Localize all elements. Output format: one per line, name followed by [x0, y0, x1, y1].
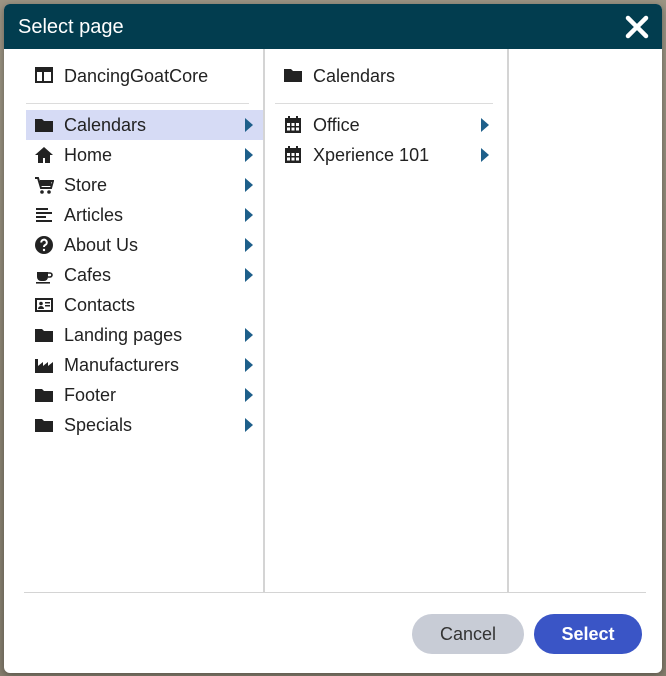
folder-icon	[34, 385, 54, 405]
expand-arrow-icon[interactable]	[245, 208, 253, 222]
tree-item-office[interactable]: Office	[275, 110, 499, 140]
expand-arrow-icon[interactable]	[245, 118, 253, 132]
select-page-dialog: Select page DancingGoatCore Calendars Hom…	[4, 4, 662, 673]
cup-icon	[34, 265, 54, 285]
tree-column-empty	[509, 49, 662, 592]
contact-card-icon	[34, 295, 54, 315]
expand-arrow-icon[interactable]	[245, 238, 253, 252]
tree-item-label: Xperience 101	[313, 145, 430, 165]
question-icon	[34, 235, 54, 255]
expand-arrow-icon[interactable]	[245, 388, 253, 402]
tree-item-label: Store	[64, 175, 108, 195]
tree-item-specials[interactable]: Specials	[26, 410, 263, 440]
folder-icon	[34, 325, 54, 345]
expand-arrow-icon[interactable]	[245, 178, 253, 192]
tree-column-root: DancingGoatCore Calendars Home Store Articl…	[4, 49, 265, 592]
expand-arrow-icon[interactable]	[481, 148, 489, 162]
tree-item-footer[interactable]: Footer	[26, 380, 263, 410]
tree-item-xperience-101[interactable]: Xperience 101	[275, 140, 499, 170]
tree-item-landing-pages[interactable]: Landing pages	[26, 320, 263, 350]
tree-item-label: Footer	[64, 385, 117, 405]
root-page-row[interactable]: DancingGoatCore	[26, 63, 249, 104]
tree-item-manufacturers[interactable]: Manufacturers	[26, 350, 263, 380]
calendar-icon	[283, 115, 303, 135]
home-icon	[34, 145, 54, 165]
expand-arrow-icon[interactable]	[245, 358, 253, 372]
cart-icon	[34, 175, 54, 195]
factory-icon	[34, 355, 54, 375]
tree-column-calendars: Calendars Office Xperience 101	[265, 49, 509, 592]
tree-item-label: Articles	[64, 205, 124, 225]
calendar-icon	[283, 145, 303, 165]
close-icon	[625, 15, 649, 39]
folder-icon	[34, 415, 54, 435]
tree-item-cafes[interactable]: Cafes	[26, 260, 263, 290]
tree-item-label: Cafes	[64, 265, 112, 285]
tree-item-contacts[interactable]: Contacts	[26, 290, 263, 320]
article-icon	[34, 205, 54, 225]
calendars-children-list: Office Xperience 101	[275, 110, 499, 170]
tree-item-store[interactable]: Store	[26, 170, 263, 200]
expand-arrow-icon[interactable]	[481, 118, 489, 132]
folder-icon	[34, 115, 54, 135]
layout-icon	[34, 65, 54, 85]
expand-arrow-icon[interactable]	[245, 148, 253, 162]
footer-divider	[24, 592, 646, 593]
tree-item-articles[interactable]: Articles	[26, 200, 263, 230]
tree-item-label: Office	[313, 115, 360, 135]
folder-icon	[283, 65, 303, 85]
tree-item-calendars[interactable]: Calendars	[26, 110, 263, 140]
expand-arrow-icon[interactable]	[245, 268, 253, 282]
tree-item-label: About Us	[64, 235, 139, 255]
tree-item-label: Calendars	[64, 115, 147, 135]
tree-item-label: Home	[64, 145, 113, 165]
tree-item-about-us[interactable]: About Us	[26, 230, 263, 260]
root-children-list: Calendars Home Store Articles About Us Cafes C…	[26, 110, 263, 440]
tree-item-label: Contacts	[64, 295, 136, 315]
root-page-label: DancingGoatCore	[64, 66, 209, 86]
dialog-title: Select page	[18, 16, 124, 38]
expand-arrow-icon[interactable]	[245, 328, 253, 342]
tree-item-home[interactable]: Home	[26, 140, 263, 170]
cancel-button[interactable]: Cancel	[412, 614, 524, 654]
calendars-header-label: Calendars	[313, 66, 396, 86]
tree-item-label: Landing pages	[64, 325, 183, 345]
dialog-titlebar: Select page	[4, 4, 662, 49]
close-button[interactable]	[620, 10, 654, 44]
calendars-header-row[interactable]: Calendars	[275, 63, 493, 104]
tree-item-label: Specials	[64, 415, 133, 435]
select-button[interactable]: Select	[534, 614, 642, 654]
tree-item-label: Manufacturers	[64, 355, 180, 375]
expand-arrow-icon[interactable]	[245, 418, 253, 432]
